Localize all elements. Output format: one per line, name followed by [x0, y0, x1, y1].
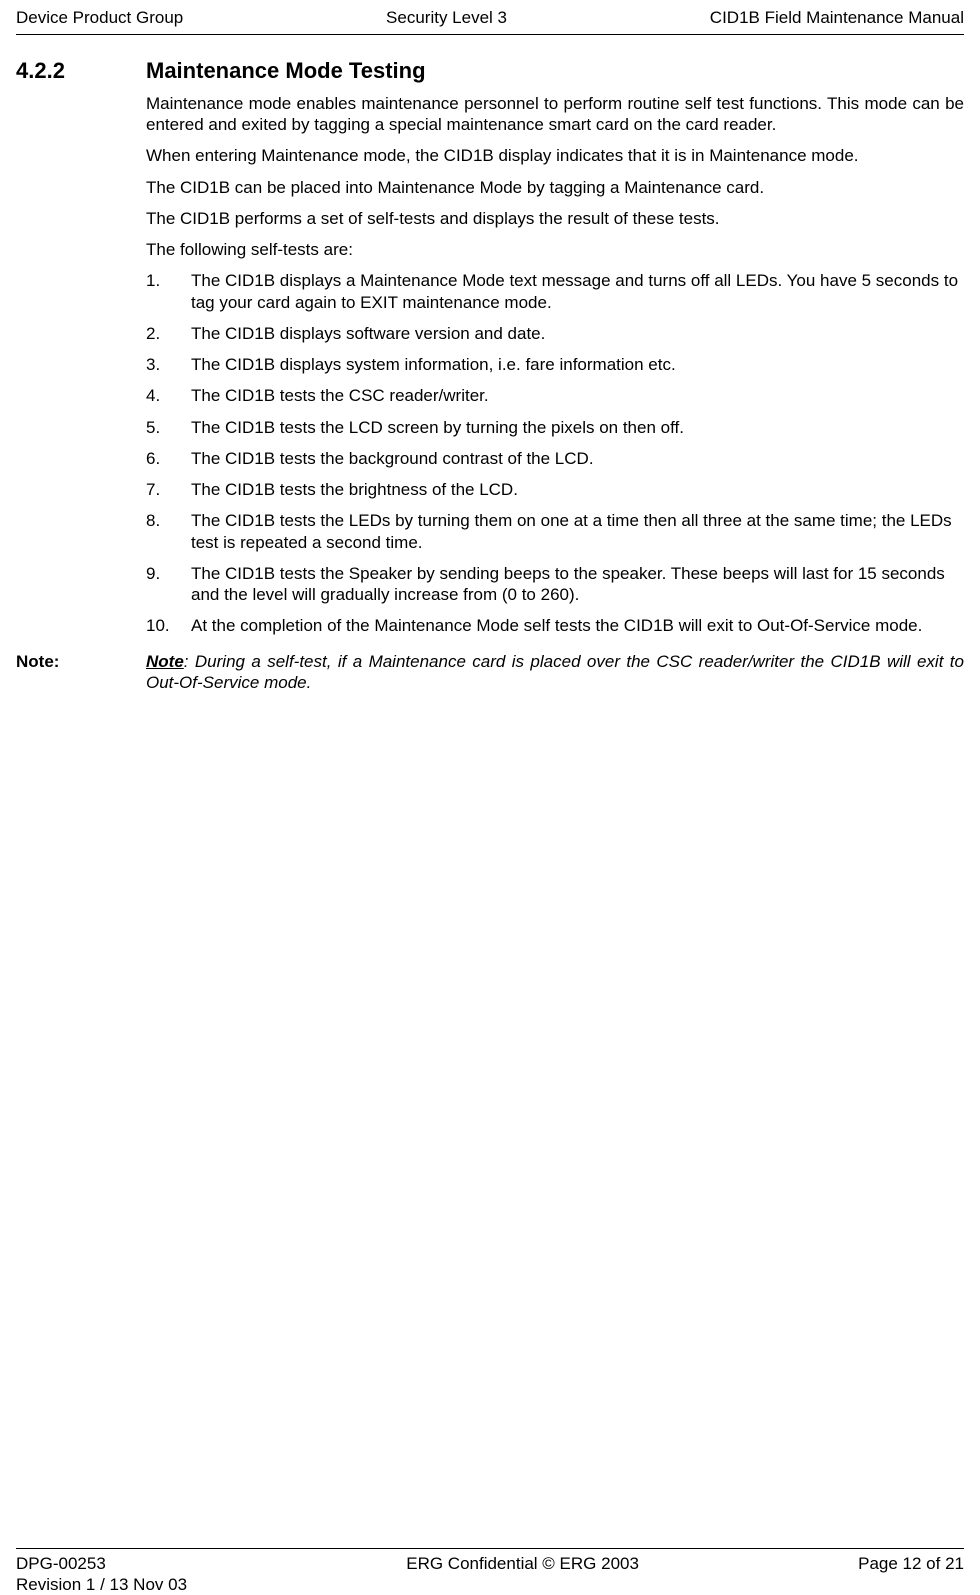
note-text: : During a self-test, if a Maintenance c… [146, 652, 964, 692]
list-text: The CID1B tests the LCD screen by turnin… [191, 417, 964, 438]
content: 4.2.2 Maintenance Mode Testing Maintenan… [16, 57, 964, 693]
list-text: The CID1B displays software version and … [191, 323, 964, 344]
list-text: The CID1B tests the background contrast … [191, 448, 964, 469]
footer-revision: Revision 1 / 13 Nov 03 [16, 1574, 187, 1595]
list-item: 3. The CID1B displays system information… [146, 354, 964, 375]
header-right: CID1B Field Maintenance Manual [710, 7, 964, 28]
note-side-label: Note: [16, 651, 146, 672]
list-num: 6. [146, 448, 191, 469]
list-num: 1. [146, 270, 191, 313]
list-num: 9. [146, 563, 191, 606]
list-text: The CID1B tests the CSC reader/writer. [191, 385, 964, 406]
list-num: 7. [146, 479, 191, 500]
list-num: 4. [146, 385, 191, 406]
list-num: 8. [146, 510, 191, 553]
list-item: 10. At the completion of the Maintenance… [146, 615, 964, 636]
paragraph: When entering Maintenance mode, the CID1… [146, 145, 964, 166]
list-num: 5. [146, 417, 191, 438]
page-footer: DPG-00253 Revision 1 / 13 Nov 03 ERG Con… [16, 1548, 964, 1595]
list-text: The CID1B tests the brightness of the LC… [191, 479, 964, 500]
paragraph: Maintenance mode enables maintenance per… [146, 93, 964, 136]
footer-doc-id: DPG-00253 [16, 1553, 187, 1574]
section-heading: 4.2.2 Maintenance Mode Testing [16, 57, 964, 85]
footer-right: Page 12 of 21 [858, 1553, 964, 1595]
list-text: The CID1B tests the LEDs by turning them… [191, 510, 964, 553]
list-item: 5. The CID1B tests the LCD screen by tur… [146, 417, 964, 438]
list-text: The CID1B displays system information, i… [191, 354, 964, 375]
footer-left: DPG-00253 Revision 1 / 13 Nov 03 [16, 1553, 187, 1595]
note-inline-label: Note [146, 652, 184, 671]
list-item: 6. The CID1B tests the background contra… [146, 448, 964, 469]
list-item: 7. The CID1B tests the brightness of the… [146, 479, 964, 500]
paragraph: The CID1B performs a set of self-tests a… [146, 208, 964, 229]
section-title: Maintenance Mode Testing [146, 57, 426, 85]
list-item: 9. The CID1B tests the Speaker by sendin… [146, 563, 964, 606]
list-item: 4. The CID1B tests the CSC reader/writer… [146, 385, 964, 406]
list-text: At the completion of the Maintenance Mod… [191, 615, 964, 636]
header-left: Device Product Group [16, 7, 183, 28]
list-item: 8. The CID1B tests the LEDs by turning t… [146, 510, 964, 553]
list-num: 3. [146, 354, 191, 375]
footer-center: ERG Confidential © ERG 2003 [406, 1553, 639, 1595]
header-center: Security Level 3 [386, 7, 507, 28]
note: Note: Note: During a self-test, if a Mai… [16, 651, 964, 694]
list-text: The CID1B displays a Maintenance Mode te… [191, 270, 964, 313]
paragraph: The CID1B can be placed into Maintenance… [146, 177, 964, 198]
page: Device Product Group Security Level 3 CI… [0, 0, 980, 1595]
list-item: 2. The CID1B displays software version a… [146, 323, 964, 344]
section-number: 4.2.2 [16, 57, 146, 85]
page-header: Device Product Group Security Level 3 CI… [16, 7, 964, 35]
paragraph: The following self-tests are: [146, 239, 964, 260]
list-num: 2. [146, 323, 191, 344]
list-text: The CID1B tests the Speaker by sending b… [191, 563, 964, 606]
note-body: Note: During a self-test, if a Maintenan… [146, 651, 964, 694]
list-num: 10. [146, 615, 191, 636]
list-item: 1. The CID1B displays a Maintenance Mode… [146, 270, 964, 313]
